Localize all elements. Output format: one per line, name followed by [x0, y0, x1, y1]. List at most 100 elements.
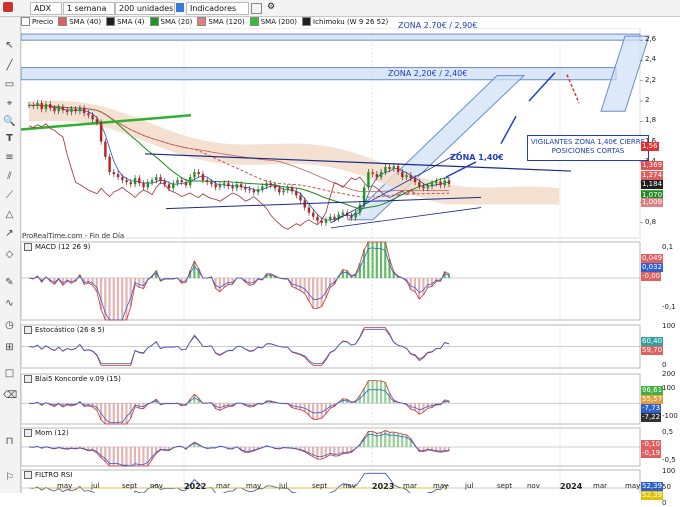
indicator-bar — [117, 403, 119, 424]
candle — [299, 195, 301, 200]
panel-title-label: Estocástico (26 8 5) — [35, 326, 105, 334]
candle — [185, 182, 187, 185]
measure-tool-icon[interactable]: ⌖ — [3, 97, 16, 110]
candle — [134, 178, 136, 184]
cycle-tool-icon[interactable]: ◷ — [3, 319, 16, 332]
panel-menu-icon[interactable] — [24, 326, 32, 334]
panel-tag: -7,22 — [641, 413, 661, 422]
indicators-button[interactable]: Indicadores — [186, 2, 249, 15]
x-axis-label: 2023 — [372, 482, 394, 491]
candle — [193, 172, 195, 177]
trend-tool-icon[interactable]: ⟋ — [3, 189, 16, 202]
legend-item[interactable]: SMA (40) — [58, 17, 101, 26]
indicator-bar — [312, 403, 314, 419]
candle — [248, 189, 250, 190]
indicator-bar — [312, 278, 314, 308]
x-axis-label: mar — [593, 482, 607, 490]
candle — [206, 180, 208, 182]
text-tool-icon[interactable]: T — [3, 132, 16, 145]
candle — [312, 213, 314, 217]
panel-axis-label: 0 — [662, 361, 666, 369]
candle — [28, 105, 30, 106]
pattern-tool-icon[interactable]: △ — [3, 208, 16, 221]
legend-item[interactable]: Precio — [21, 17, 53, 26]
candle — [418, 182, 420, 186]
indicator-bar — [219, 403, 221, 410]
indicator-bar — [380, 242, 382, 278]
candle — [147, 182, 149, 187]
price-tag: 1,369 — [641, 161, 663, 170]
panel-title[interactable]: MACD (12 26 9) — [24, 243, 90, 251]
x-axis-label: may — [246, 482, 261, 490]
x-axis-label: 2024 — [560, 482, 582, 491]
candle — [427, 186, 429, 188]
indicator-bar — [125, 447, 127, 466]
panel-axis-label: 100 — [662, 467, 675, 475]
panel-menu-icon[interactable] — [24, 375, 32, 383]
panel-axis-label: 0 — [662, 499, 666, 507]
indicator-bar — [422, 278, 424, 295]
panel-tag: 0,032 — [641, 263, 663, 272]
candle — [121, 177, 123, 180]
indicator-bar — [321, 447, 323, 459]
panel-title[interactable]: FILTRO RSI — [24, 471, 72, 479]
settings-icon[interactable]: ⚙ — [267, 2, 275, 12]
indicator-bar — [223, 278, 225, 287]
candle — [282, 190, 284, 192]
lock-tool-icon[interactable]: ⚐ — [3, 471, 16, 484]
candle — [333, 217, 335, 219]
candle — [265, 183, 267, 186]
legend-item[interactable]: SMA (20) — [150, 17, 193, 26]
indicator-bar — [108, 278, 110, 320]
price-axis-label: 0,8 — [645, 218, 656, 226]
candle — [181, 180, 183, 182]
wave-tool-icon[interactable]: ∿ — [3, 297, 16, 310]
indicator-bar — [117, 278, 119, 320]
legend-swatch — [106, 17, 115, 26]
gann-tool-icon[interactable]: ⊞ — [3, 341, 16, 354]
units-select[interactable]: 200 unidades — [115, 2, 175, 15]
top-toolbar: ADX 1 semana 200 unidades Indicadores ⚙ — [0, 0, 680, 17]
legend-item[interactable]: SMA (4) — [106, 17, 144, 26]
symbol-input[interactable]: ADX — [30, 2, 62, 15]
annotation-zone-2-70: ZONA 2.70€ / 2,90€ — [398, 21, 477, 30]
legend-swatch — [250, 17, 259, 26]
eraser-tool-icon[interactable]: ⌫ — [3, 389, 16, 402]
legend-item[interactable]: Ichimoku (W 9 26 52) — [302, 17, 388, 26]
pointer-tool-icon[interactable]: ↖ — [3, 39, 16, 52]
legend-item[interactable]: SMA (200) — [250, 17, 297, 26]
drawing-tools-icon[interactable] — [251, 3, 262, 14]
arrow-tool-icon[interactable]: ↗ — [3, 227, 16, 240]
candle — [414, 178, 416, 182]
x-axis-label: may — [433, 482, 448, 490]
x-axis-label: nov — [527, 482, 540, 490]
line-tool-icon[interactable]: ╱ — [3, 59, 16, 72]
shape-tool-icon[interactable]: □ — [3, 367, 16, 380]
panel-menu-icon[interactable] — [24, 243, 32, 251]
ruler-tool-icon[interactable]: ▭ — [3, 78, 16, 91]
draw-tool-icon[interactable]: ✎ — [3, 276, 16, 289]
candle — [384, 167, 386, 172]
legend-item[interactable]: SMA (120) — [197, 17, 244, 26]
candle — [376, 174, 378, 177]
candle — [79, 108, 81, 111]
candle — [117, 174, 119, 177]
panel-title[interactable]: Mom (12) — [24, 429, 69, 437]
indicator-bar — [117, 447, 119, 466]
candle — [210, 182, 212, 184]
magnet-tool-icon[interactable]: ⊓ — [3, 435, 16, 448]
panel-menu-icon[interactable] — [24, 471, 32, 479]
timeframe-select[interactable]: 1 semana — [63, 2, 115, 15]
chart-area[interactable] — [21, 28, 680, 493]
channel-tool-icon[interactable]: ⫽ — [3, 170, 16, 183]
panel-title[interactable]: Estocástico (26 8 5) — [24, 326, 105, 334]
fibonacci-tool-icon[interactable]: ≡ — [3, 151, 16, 164]
prorealtime-logo-icon[interactable] — [3, 2, 13, 12]
candle — [151, 180, 153, 182]
candle — [168, 184, 170, 188]
candle — [172, 183, 174, 188]
alert-tool-icon[interactable]: ◇ — [3, 248, 16, 261]
panel-title[interactable]: Blai5 Koncorde v.09 (15) — [24, 375, 121, 383]
panel-menu-icon[interactable] — [24, 429, 32, 437]
zoom-tool-icon[interactable]: 🔍 — [3, 115, 16, 128]
